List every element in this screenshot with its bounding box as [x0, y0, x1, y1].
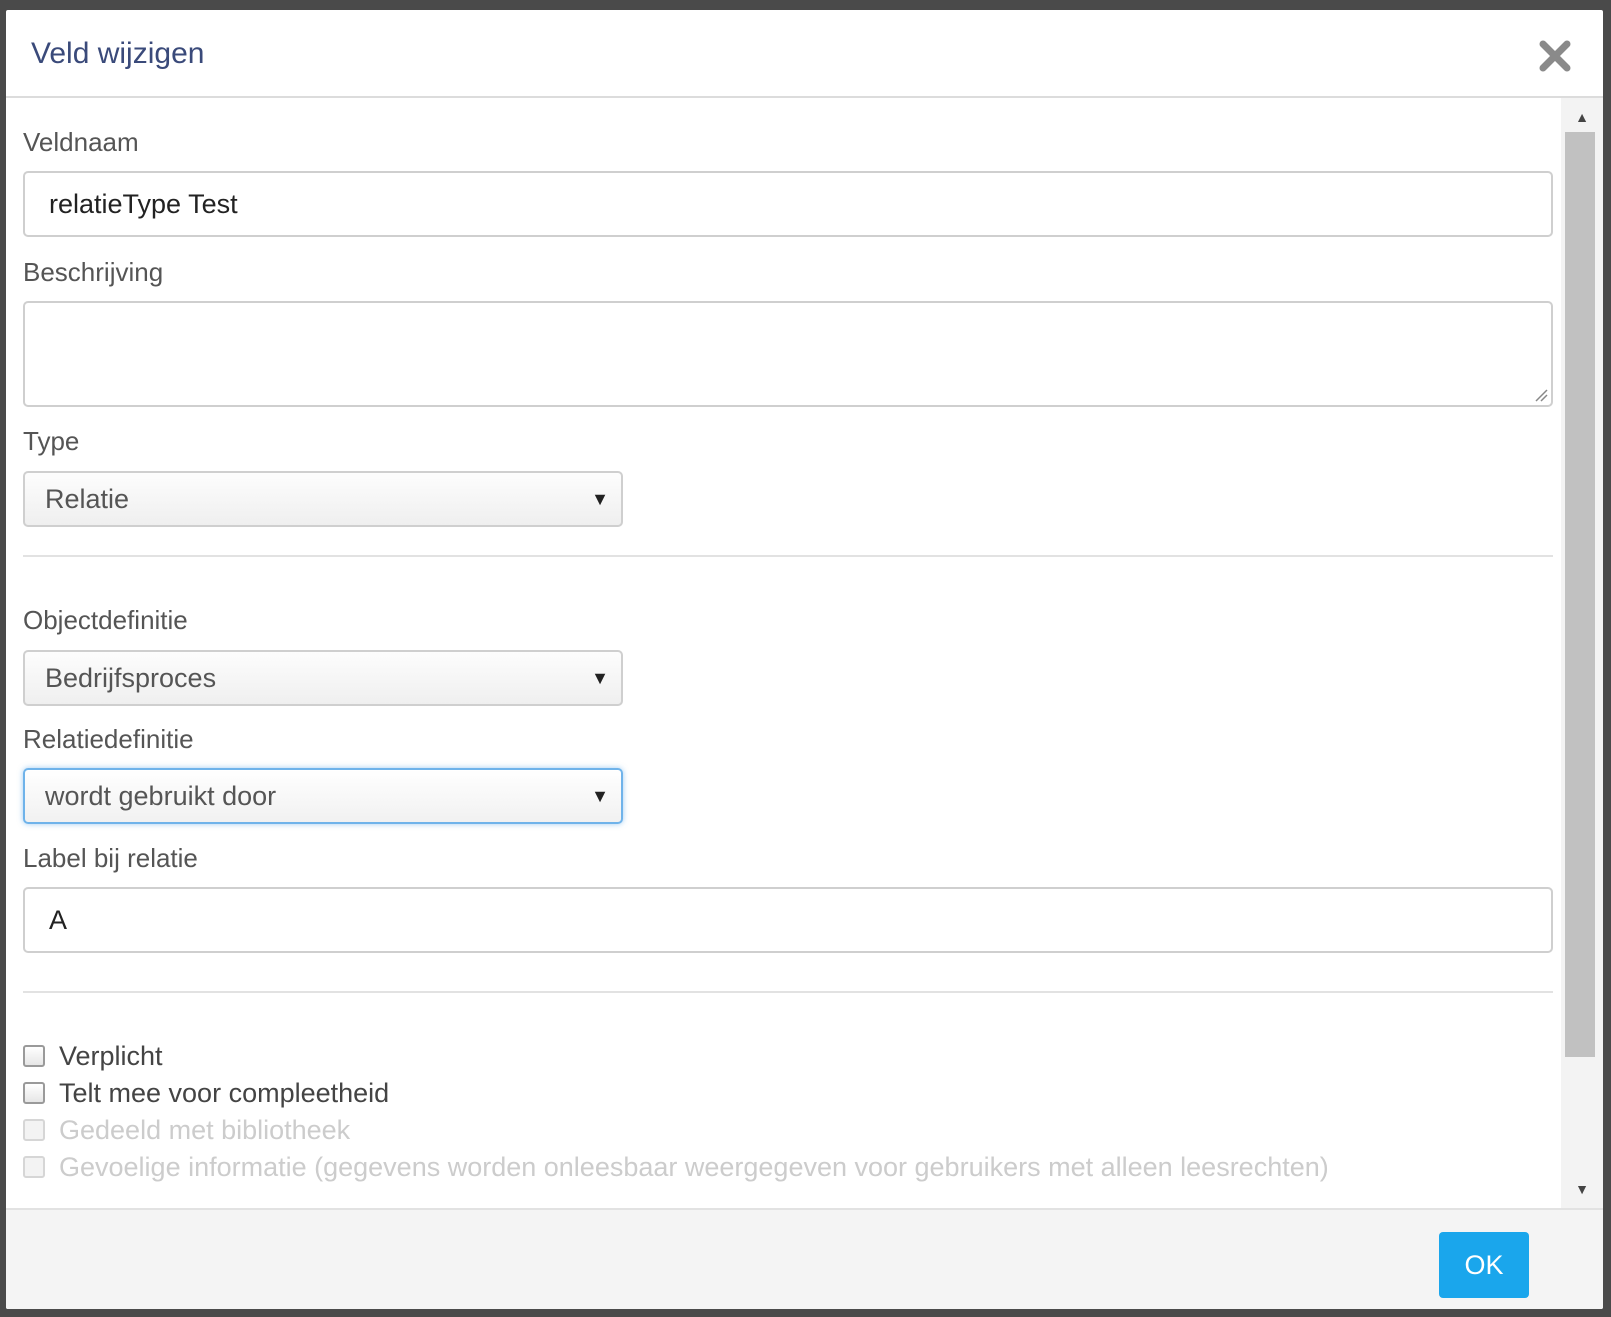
objectdefinitie-select[interactable]: Bedrijfsproces ▼ [23, 650, 623, 706]
arrow-up-icon[interactable]: ▲ [1561, 102, 1603, 132]
gevoelige-informatie-option: Gevoelige informatie (gegevens worden on… [23, 1150, 1329, 1184]
section-divider [23, 555, 1553, 557]
resize-grip-icon[interactable] [1534, 388, 1548, 402]
close-button[interactable] [1537, 38, 1573, 74]
beschrijving-textarea[interactable] [23, 301, 1553, 407]
objectdefinitie-select-value: Bedrijfsproces [45, 663, 217, 693]
objectdefinitie-label: Objectdefinitie [23, 605, 188, 635]
bibliotheek-checkbox [23, 1119, 45, 1141]
compleetheid-label: Telt mee voor compleetheid [59, 1077, 390, 1108]
caret-down-icon: ▼ [591, 489, 609, 509]
verplicht-checkbox[interactable] [23, 1045, 45, 1067]
dialog-body: Veldnaam relatieType Test Beschrijving T… [6, 98, 1603, 1208]
section-divider [23, 991, 1553, 993]
vertical-scrollbar[interactable]: ▲ ▼ [1561, 98, 1603, 1208]
veldnaam-input[interactable]: relatieType Test [23, 171, 1553, 237]
bibliotheek-option: Gedeeld met bibliotheek [23, 1113, 350, 1147]
label-bij-relatie-input[interactable]: A [23, 887, 1553, 953]
gevoelige-informatie-checkbox [23, 1156, 45, 1178]
dialog-footer: OK [6, 1208, 1603, 1309]
compleetheid-checkbox[interactable] [23, 1082, 45, 1104]
relatiedefinitie-select[interactable]: wordt gebruikt door ▼ [23, 768, 623, 824]
arrow-down-icon[interactable]: ▼ [1561, 1174, 1603, 1204]
edit-field-dialog: Veld wijzigen Veldnaam relatieType Test … [6, 10, 1603, 1309]
caret-down-icon: ▼ [591, 668, 609, 688]
verplicht-option[interactable]: Verplicht [23, 1039, 163, 1073]
close-icon [1539, 40, 1571, 72]
dialog-header: Veld wijzigen [6, 10, 1603, 98]
relatiedefinitie-label: Relatiedefinitie [23, 724, 194, 754]
veldnaam-label: Veldnaam [23, 127, 139, 157]
dialog-title: Veld wijzigen [31, 37, 205, 70]
beschrijving-label: Beschrijving [23, 257, 164, 287]
compleetheid-option[interactable]: Telt mee voor compleetheid [23, 1076, 389, 1110]
label-bij-relatie-label: Label bij relatie [23, 843, 198, 873]
caret-down-icon: ▼ [591, 786, 609, 806]
relatiedefinitie-select-value: wordt gebruikt door [45, 781, 277, 811]
gevoelige-informatie-label: Gevoelige informatie (gegevens worden on… [59, 1151, 1329, 1182]
scrollbar-thumb[interactable] [1565, 132, 1595, 1057]
type-label: Type [23, 426, 80, 456]
verplicht-label: Verplicht [59, 1040, 163, 1071]
ok-button[interactable]: OK [1439, 1232, 1529, 1298]
type-select[interactable]: Relatie ▼ [23, 471, 623, 527]
bibliotheek-label: Gedeeld met bibliotheek [59, 1114, 351, 1145]
type-select-value: Relatie [45, 484, 130, 514]
